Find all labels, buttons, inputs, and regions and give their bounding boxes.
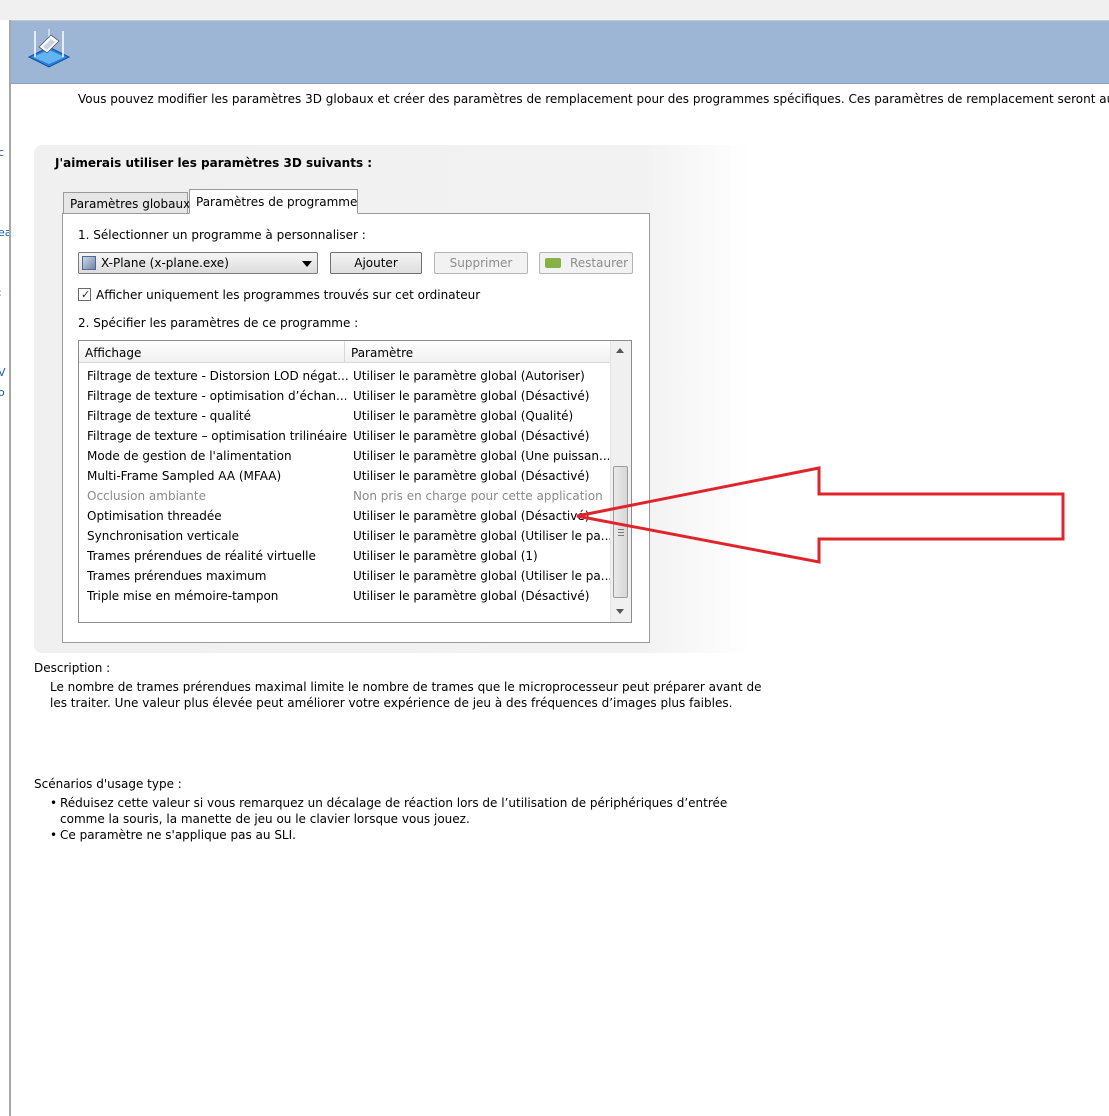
chevron-down-icon — [302, 261, 312, 267]
3d-settings-logo-icon — [27, 29, 71, 68]
settings-row-disabled: Occlusion ambiante Non pris en charge pou… — [79, 486, 610, 506]
settings-row[interactable]: Filtrage de texture - Distorsion LOD nég… — [79, 366, 610, 386]
setting-value-cell[interactable]: Utiliser le paramètre global (Désactivé) — [353, 386, 589, 406]
show-only-found-checkbox[interactable]: ✓ — [78, 288, 91, 301]
setting-value-cell[interactable]: Utiliser le paramètre global (Désactivé) — [353, 586, 589, 606]
feature-cell: Trames prérendues de réalité virtuelle — [87, 549, 316, 563]
settings-row[interactable]: Multi-Frame Sampled AA (MFAA) Utiliser le… — [79, 466, 610, 486]
scroll-down-arrow-icon[interactable] — [616, 609, 624, 614]
feature-cell: Multi-Frame Sampled AA (MFAA) — [87, 469, 282, 483]
settings-row[interactable]: Synchronisation verticale Utiliser le par… — [79, 526, 612, 546]
setting-value-cell[interactable]: Utiliser le paramètre global (Une puissa… — [353, 446, 610, 466]
tab-global-settings[interactable]: Paramètres globaux — [63, 192, 190, 214]
settings-row[interactable]: Triple mise en mémoire-tampon Utiliser le… — [79, 586, 610, 606]
checkmark-icon: ✓ — [81, 288, 91, 301]
column-header-feature[interactable]: Affichage — [79, 341, 345, 363]
settings-row[interactable]: Filtrage de texture - optimisation d’éch… — [79, 386, 610, 406]
feature-cell: Synchronisation verticale — [87, 529, 240, 543]
feature-cell: Mode de gestion de l'alimentation — [87, 449, 292, 463]
feature-cell: Filtrage de texture - optimisation d’éch… — [87, 389, 348, 403]
tab-program-settings[interactable]: Paramètres de programme — [189, 189, 358, 214]
feature-cell: Filtrage de texture – optimisation trili… — [87, 429, 348, 443]
feature-cell: Triple mise en mémoire-tampon — [87, 589, 279, 603]
settings-row[interactable]: Trames prérendues maximum Utiliser le par… — [79, 566, 612, 586]
red-annotation-arrow-icon — [576, 466, 1065, 564]
usage-item: Réduisez cette valeur si vous remarquez … — [50, 795, 770, 827]
settings-row[interactable]: Trames prérendues de réalité virtuelle Ut… — [79, 546, 610, 566]
feature-cell: Trames prérendues maximum — [87, 569, 267, 583]
setting-value-cell[interactable]: Utiliser le paramètre global (Désactivé) — [353, 506, 589, 526]
setting-value-cell[interactable]: Utiliser le paramètre global (Désactivé) — [353, 426, 589, 446]
left-nav-fragment[interactable]: V — [0, 366, 6, 379]
restore-program-button[interactable]: Restaurer — [539, 252, 633, 274]
show-only-found-label[interactable]: Afficher uniquement les programmes trouv… — [96, 288, 480, 302]
column-header-setting[interactable]: Paramètre — [345, 341, 610, 363]
left-nav-fragment[interactable]: : — [0, 286, 2, 299]
program-select-value: X-Plane (x-plane.exe) — [101, 256, 229, 270]
nvidia-logo-icon — [545, 258, 561, 268]
left-nav-fragment[interactable]: o — [0, 386, 5, 399]
group-title: J'aimerais utiliser les paramètres 3D su… — [55, 156, 373, 170]
setting-value-cell[interactable]: Utiliser le paramètre global (Désactivé) — [353, 466, 589, 486]
left-nav-panel: c ea : V o — [0, 20, 9, 1116]
select-program-label: 1. Sélectionner un programme à personnal… — [78, 228, 366, 242]
remove-program-button[interactable]: Supprimer — [434, 252, 528, 274]
x-plane-program-icon — [82, 256, 96, 270]
description-title: Description : — [34, 661, 111, 675]
left-nav-fragment[interactable]: ea — [0, 226, 9, 239]
settings-row[interactable]: Mode de gestion de l'alimentation Utilise… — [79, 446, 610, 466]
feature-cell: Filtrage de texture - Distorsion LOD nég… — [87, 369, 349, 383]
add-program-button[interactable]: Ajouter — [330, 252, 422, 274]
setting-value-cell[interactable]: Utiliser le paramètre global (Qualité) — [353, 406, 573, 426]
feature-cell: Filtrage de texture - qualité — [87, 409, 251, 423]
setting-value-cell[interactable]: Utiliser le paramètre global (Utiliser l… — [353, 566, 612, 586]
page-intro-text: Vous pouvez modifier les paramètres 3D g… — [78, 92, 1109, 106]
setting-value-cell[interactable]: Utiliser le paramètre global (1) — [353, 546, 538, 566]
usage-item: Ce paramètre ne s'applique pas au SLI. — [50, 827, 770, 843]
settings-row[interactable]: Optimisation threadée Utiliser le paramèt… — [79, 506, 610, 526]
window-top-strip — [0, 0, 1109, 21]
description-text: Le nombre de trames prérendues maximal l… — [50, 680, 762, 710]
settings-row[interactable]: Filtrage de texture - qualité Utiliser le… — [79, 406, 610, 426]
restore-program-label: Restaurer — [570, 256, 629, 270]
specify-settings-label: 2. Spécifier les paramètres de ce progra… — [78, 316, 359, 330]
panel-divider — [9, 20, 11, 1116]
settings-row[interactable]: Filtrage de texture – optimisation trili… — [79, 426, 610, 446]
scroll-up-arrow-icon[interactable] — [616, 348, 624, 353]
setting-value-cell[interactable]: Utiliser le paramètre global (Autoriser) — [353, 366, 585, 386]
program-settings-list[interactable]: Affichage Paramètre Filtrage de texture … — [78, 340, 632, 623]
usage-title: Scénarios d'usage type : — [34, 777, 182, 791]
left-nav-fragment[interactable]: c — [0, 146, 4, 159]
feature-cell: Occlusion ambiante — [87, 489, 206, 503]
program-select-dropdown[interactable]: X-Plane (x-plane.exe) — [78, 252, 318, 274]
page-header-banner — [11, 21, 1109, 84]
feature-cell: Optimisation threadée — [87, 509, 222, 523]
usage-list: Réduisez cette valeur si vous remarquez … — [50, 795, 770, 843]
